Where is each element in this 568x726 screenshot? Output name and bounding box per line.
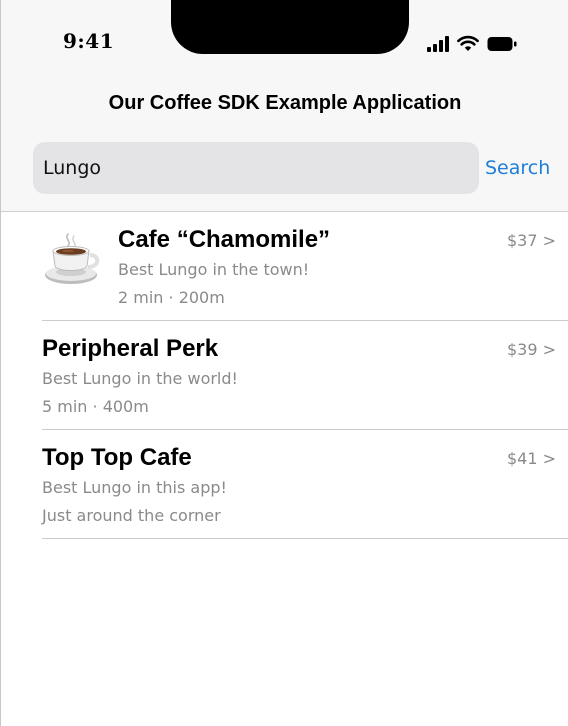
cafe-price: $37 > — [506, 231, 556, 250]
battery-icon — [487, 36, 517, 52]
status-time: 9:41 — [63, 29, 115, 53]
coffee-cup-icon — [44, 230, 102, 288]
cafe-description: Best Lungo in the world! — [42, 369, 238, 388]
list-item[interactable]: Cafe “Chamomile” Best Lungo in the town!… — [42, 212, 568, 321]
device-notch — [171, 0, 409, 54]
phone-screen: 9:41 Our Coffee SDK Example Application … — [0, 0, 568, 726]
page-title: Our Coffee SDK Example Application — [108, 92, 462, 114]
cafe-distance: Just around the corner — [42, 506, 221, 525]
cafe-description: Best Lungo in the town! — [118, 260, 310, 279]
search-bar: Search — [33, 142, 557, 194]
cafe-name: Top Top Cafe — [42, 444, 192, 471]
list-item[interactable]: Top Top Cafe Best Lungo in this app! Jus… — [42, 430, 568, 539]
cafe-distance: 2 min · 200m — [118, 288, 225, 307]
cafe-name: Cafe “Chamomile” — [118, 226, 331, 253]
navigation-header: 9:41 Our Coffee SDK Example Application … — [1, 0, 568, 212]
cafe-price: $39 > — [506, 340, 556, 359]
cafe-distance: 5 min · 400m — [42, 397, 149, 416]
cafe-name: Peripheral Perk — [42, 335, 219, 362]
cafe-price: $41 > — [506, 449, 556, 468]
signal-icon — [427, 36, 449, 52]
wifi-icon — [457, 35, 479, 52]
search-input[interactable] — [33, 142, 479, 194]
results-list: Cafe “Chamomile” Best Lungo in the town!… — [1, 212, 568, 539]
status-icons — [427, 30, 517, 52]
search-button[interactable]: Search — [485, 142, 550, 194]
list-item[interactable]: Peripheral Perk Best Lungo in the world!… — [42, 321, 568, 430]
cafe-description: Best Lungo in this app! — [42, 478, 227, 497]
